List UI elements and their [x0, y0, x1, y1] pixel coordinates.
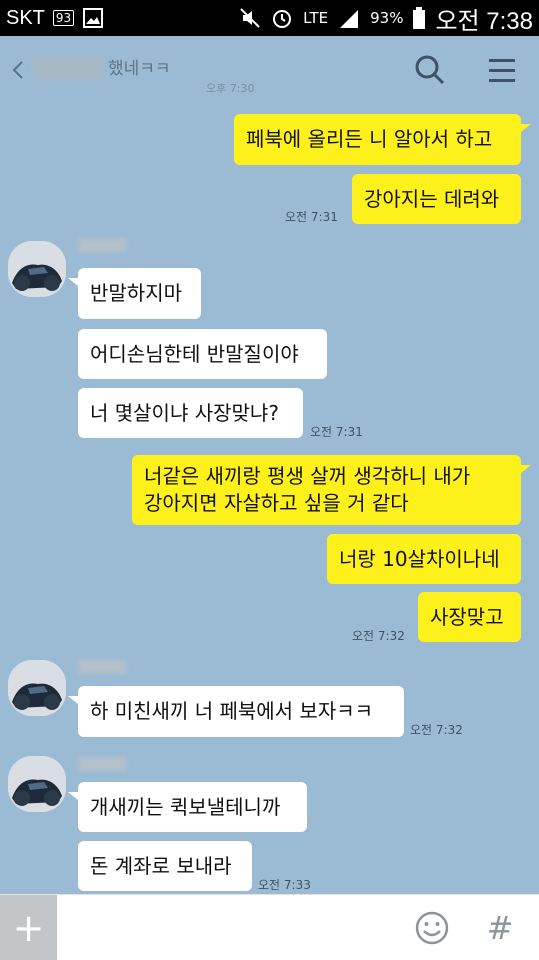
message-text: 페북에 올리든 니 알아서 하고: [246, 127, 493, 151]
message-time: 오전 7:32: [352, 629, 405, 643]
sender-name-redacted: [78, 757, 126, 771]
hash-search-button[interactable]: #: [484, 907, 516, 949]
message-text: 개새끼는 퀵보낼테니까: [90, 794, 281, 819]
sender-name-redacted: [78, 238, 126, 252]
bubble-tail: [521, 124, 531, 132]
alarm-icon: [273, 10, 292, 28]
avatar[interactable]: [8, 241, 66, 297]
notification-badge: 93: [52, 10, 75, 26]
emoji-icon[interactable]: [414, 910, 450, 946]
avatar[interactable]: [8, 660, 66, 716]
message-time: 오전 7:33: [258, 878, 311, 892]
message-text: 너랑 10살차이나네: [339, 546, 500, 571]
message-time: 오전 7:31: [285, 210, 338, 224]
my-message[interactable]: 너같은 새끼랑 평생 살꺼 생각하니 내가 강아지면 자살하고 싶을 거 같다: [132, 455, 521, 525]
bubble-tail: [68, 278, 78, 286]
message-input[interactable]: [70, 907, 400, 949]
chat-title-redacted: [32, 56, 102, 80]
chat-header: 했네ㅋㅋ 오후 7:30: [0, 36, 539, 104]
message-text: 반말하지마: [90, 281, 182, 305]
carrier-label: SKT: [6, 6, 45, 29]
message-text-line-2: 강아지면 자살하고 싶을 거 같다: [144, 491, 409, 515]
bubble-tail: [68, 696, 78, 704]
status-bar: SKT 93 LTE 93% 오전 7:38: [0, 0, 539, 36]
bubble-tail: [521, 465, 531, 473]
gallery-notification-icon: [83, 8, 104, 28]
other-message[interactable]: 너 몇살이냐 사장맞냐?: [78, 388, 303, 438]
battery-percent: 93%: [370, 9, 404, 27]
message-text: 돈 계좌로 보내라: [90, 853, 232, 878]
message-text: 너 몇살이냐 사장맞냐?: [90, 400, 279, 425]
sender-name-redacted: [78, 660, 126, 674]
attach-plus-button[interactable]: +: [0, 895, 57, 960]
signal-icon: [340, 10, 359, 28]
avatar-image: [8, 241, 66, 297]
message-text-line-1: 너같은 새끼랑 평생 살꺼 생각하니 내가: [144, 464, 471, 488]
other-message[interactable]: 개새끼는 퀵보낼테니까: [78, 782, 307, 832]
my-message[interactable]: 강아지는 데려와: [352, 174, 521, 224]
hash-icon: #: [486, 909, 514, 947]
other-message[interactable]: 어디손님한테 반말질이야: [78, 329, 327, 379]
message-time: 오전 7:32: [410, 723, 463, 737]
my-message[interactable]: 너랑 10살차이나네: [327, 534, 521, 584]
message-text: 하 미친새끼 너 페북에서 보자ㅋㅋ: [90, 699, 374, 723]
other-message[interactable]: 하 미친새끼 너 페북에서 보자ㅋㅋ: [78, 686, 404, 737]
menu-icon[interactable]: [484, 52, 520, 88]
other-message[interactable]: 돈 계좌로 보내라: [78, 841, 252, 891]
avatar[interactable]: [8, 756, 66, 812]
clock: 오전 7:38: [435, 7, 533, 35]
chat-title: 했네ㅋㅋ: [108, 59, 171, 79]
my-message[interactable]: 페북에 올리든 니 알아서 하고: [234, 114, 521, 165]
message-text: 어디손님한테 반말질이야: [90, 341, 299, 366]
network-type: LTE: [303, 9, 329, 27]
my-message[interactable]: 사장맞고: [418, 592, 521, 642]
message-time: 오전 7:31: [310, 425, 363, 439]
message-text: 강아지는 데려와: [364, 186, 500, 211]
back-icon[interactable]: [6, 54, 30, 86]
avatar-image: [8, 660, 66, 716]
other-message[interactable]: 반말하지마: [78, 268, 201, 319]
chat-title-time: 오후 7:30: [206, 82, 255, 95]
avatar-image: [8, 756, 66, 812]
message-text: 사장맞고: [430, 604, 504, 629]
battery-icon: [413, 7, 426, 29]
bubble-tail: [68, 792, 78, 800]
input-bar: + #: [0, 894, 539, 960]
search-icon[interactable]: [412, 52, 448, 88]
plus-icon: +: [12, 906, 45, 950]
mute-icon: [240, 8, 260, 28]
